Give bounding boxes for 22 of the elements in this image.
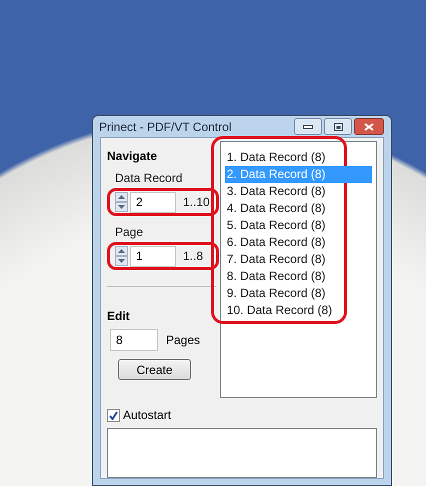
range-label: 1..8 bbox=[183, 248, 204, 265]
list-item[interactable]: 8. Data Record (8) bbox=[224, 268, 372, 285]
window-title: Prinect - PDF/VT Control bbox=[99, 118, 232, 136]
list-item[interactable]: 5. Data Record (8) bbox=[224, 217, 372, 234]
list-item[interactable]: 1. Data Record (8) bbox=[224, 149, 372, 166]
pages-field[interactable]: 8 bbox=[110, 329, 158, 351]
section-heading: Edit bbox=[107, 308, 131, 325]
section-heading: Navigate bbox=[107, 148, 158, 165]
field-label: Page bbox=[115, 225, 144, 240]
list-item[interactable]: 7. Data Record (8) bbox=[224, 251, 372, 268]
list-item[interactable]: 10. Data Record (8) bbox=[224, 302, 372, 319]
create-button[interactable]: Create bbox=[118, 359, 191, 380]
list-item[interactable]: 6. Data Record (8) bbox=[224, 234, 372, 251]
spin-field[interactable]: 2 bbox=[130, 192, 176, 212]
list-item[interactable]: 3. Data Record (8) bbox=[224, 183, 372, 200]
list-item[interactable]: 9. Data Record (8) bbox=[224, 285, 372, 302]
range-label: 1..10 bbox=[183, 194, 210, 211]
list-item[interactable]: 4. Data Record (8) bbox=[224, 200, 372, 217]
checkbox-label: Autostart bbox=[123, 407, 172, 424]
spin-field[interactable]: 1 bbox=[130, 246, 176, 266]
pages-label: Pages bbox=[166, 332, 200, 349]
field-label: Data Record bbox=[115, 171, 184, 186]
